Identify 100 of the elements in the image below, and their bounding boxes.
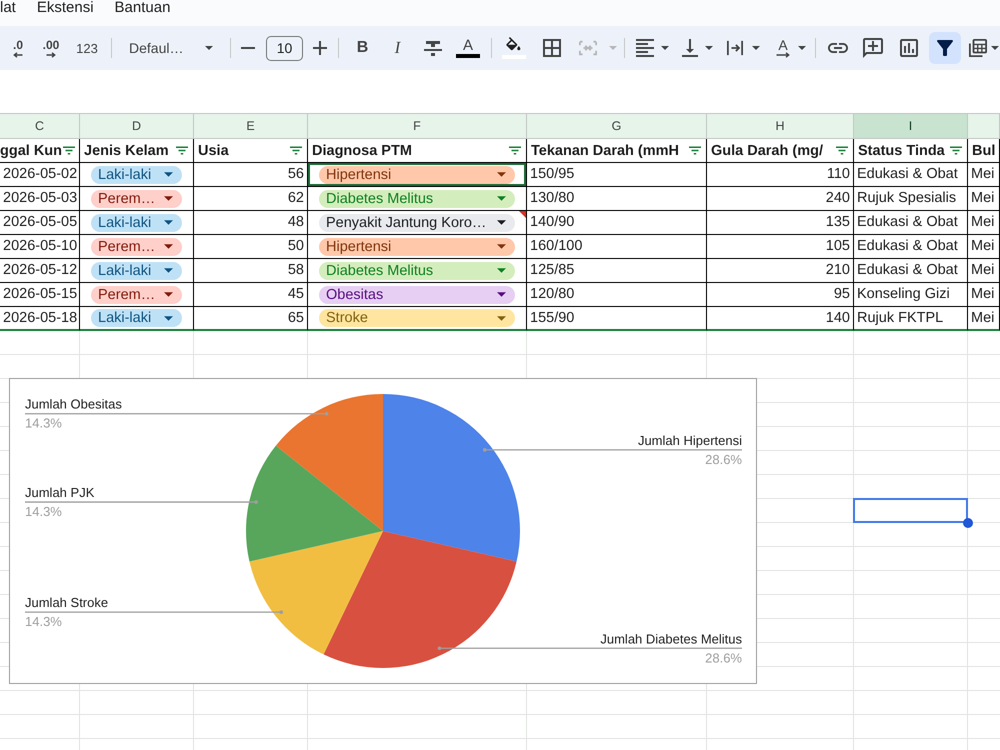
filter-button[interactable] xyxy=(929,32,961,64)
dropdown-chip[interactable]: Diabetes Melitus xyxy=(319,190,515,208)
pie-slice[interactable] xyxy=(276,394,383,531)
font-size-field[interactable]: 10 xyxy=(266,36,303,60)
table-cell: 48 xyxy=(194,211,308,235)
menu-item[interactable]: Bantuan xyxy=(114,0,170,18)
selected-cell[interactable] xyxy=(853,498,968,523)
table-cell: Mei xyxy=(968,235,1000,259)
column-title: Usia xyxy=(198,142,229,158)
strikethrough-icon[interactable] xyxy=(424,40,442,56)
align-left-icon[interactable] xyxy=(636,39,654,57)
pie-chart[interactable]: Jumlah Obesitas 14.3% Jumlah Hipertensi 28.6% Jumlah PJK 14.3% Jumlah Stroke 14.3% Jumlah Diabetes Melitus 28.6% xyxy=(9,378,757,684)
table-cell: 2026-05-18 xyxy=(0,307,80,331)
bold-button[interactable]: B xyxy=(345,32,380,64)
table-cell: 2026-05-02 xyxy=(0,163,80,187)
filter-icon[interactable] xyxy=(835,146,849,155)
table-cell: 2026-05-05 xyxy=(0,211,80,235)
table-cell: 155/90 xyxy=(527,307,707,331)
dropdown-chip[interactable]: Penyakit Jantung Koro… xyxy=(319,214,515,232)
table-cell: 125/85 xyxy=(527,259,707,283)
column-header[interactable]: I xyxy=(854,113,968,139)
paint-bucket-icon[interactable] xyxy=(502,37,526,59)
caret-icon xyxy=(164,172,173,177)
caret-icon xyxy=(497,244,506,249)
caret-icon xyxy=(497,220,506,225)
table-cell: 210 xyxy=(707,259,854,283)
filter-icon[interactable] xyxy=(175,146,189,155)
column-header[interactable]: G xyxy=(527,113,707,139)
color-bar-icon xyxy=(456,54,480,58)
font-dropdown[interactable]: Defaul… xyxy=(117,32,222,64)
borders-icon[interactable] xyxy=(542,39,560,57)
vertical-align-bottom-icon[interactable] xyxy=(682,39,698,57)
dropdown-chip[interactable]: Laki-laki xyxy=(91,309,182,327)
table-cell: Edukasi & Obat xyxy=(854,235,968,259)
caret-icon[interactable] xyxy=(798,46,806,50)
decrease-decimal-button[interactable]: .0 xyxy=(2,32,34,64)
caret-icon[interactable] xyxy=(991,46,999,50)
text-color-button[interactable]: A xyxy=(450,32,486,64)
dropdown-chip[interactable]: Laki-laki xyxy=(91,166,182,184)
pie-slice[interactable] xyxy=(324,531,517,668)
filter-icon[interactable] xyxy=(949,146,963,155)
filter-icon[interactable] xyxy=(688,146,702,155)
column-header[interactable]: E xyxy=(194,113,308,139)
pie-slice[interactable] xyxy=(383,394,520,562)
dropdown-chip[interactable]: Perem… xyxy=(91,286,182,304)
dropdown-chip[interactable]: Hipertensi xyxy=(319,238,515,256)
table-icon[interactable] xyxy=(969,39,987,57)
caret-icon xyxy=(497,172,506,177)
dropdown-chip[interactable]: Diabetes Melitus xyxy=(319,262,515,280)
plus-icon[interactable] xyxy=(313,41,327,55)
slice-label: Jumlah Stroke xyxy=(25,595,108,610)
text-rotation-button[interactable]: A xyxy=(774,32,792,64)
column-header[interactable]: F xyxy=(308,113,527,139)
table-cell: 65 xyxy=(194,307,308,331)
pie-slice[interactable] xyxy=(246,446,383,562)
dropdown-chip[interactable]: Obesitas xyxy=(319,286,515,304)
filter-icon xyxy=(937,40,953,56)
dropdown-chip[interactable]: Perem… xyxy=(91,238,182,256)
italic-button[interactable]: I xyxy=(380,32,415,64)
pie-slice[interactable] xyxy=(249,531,383,654)
dropdown-chip[interactable]: Stroke xyxy=(319,309,515,327)
table-cell: 150/95 xyxy=(527,163,707,187)
filter-icon[interactable] xyxy=(62,146,76,155)
menu-item[interactable]: lat xyxy=(0,0,16,18)
dropdown-chip[interactable]: Hipertensi xyxy=(319,166,515,184)
filter-icon[interactable] xyxy=(508,146,522,155)
table-cell: 120/80 xyxy=(527,283,707,307)
column-title: Status Tinda xyxy=(858,142,945,158)
column-header[interactable]: C xyxy=(0,113,80,139)
fill-handle[interactable] xyxy=(963,518,973,528)
caret-icon xyxy=(497,196,506,201)
table-cell: 140 xyxy=(707,307,854,331)
caret-icon[interactable] xyxy=(705,46,713,50)
slice-label: Jumlah Diabetes Melitus xyxy=(600,631,742,646)
table-cell: 45 xyxy=(194,283,308,307)
table-cell: 135 xyxy=(707,211,854,235)
column-title: Bul xyxy=(972,142,996,158)
number-format-button[interactable]: 123 xyxy=(68,32,106,64)
link-icon[interactable] xyxy=(828,43,848,53)
table-cell: 2026-05-12 xyxy=(0,259,80,283)
menu-item[interactable]: Ekstensi xyxy=(36,0,94,18)
arrow-right-icon xyxy=(776,52,790,58)
text-wrap-icon[interactable] xyxy=(727,40,743,56)
filter-icon[interactable] xyxy=(289,146,303,155)
table-cell: 2026-05-03 xyxy=(0,187,80,211)
dropdown-chip[interactable]: Laki-laki xyxy=(91,262,182,280)
column-header[interactable]: D xyxy=(80,113,194,139)
table-cell: 56 xyxy=(194,163,308,187)
column-header[interactable]: H xyxy=(707,113,854,139)
arrow-right-icon xyxy=(46,52,56,58)
chart-icon[interactable] xyxy=(900,39,918,57)
column-title: Gula Darah (mg/ xyxy=(711,142,823,158)
dropdown-chip[interactable]: Laki-laki xyxy=(91,214,182,232)
caret-icon xyxy=(164,316,173,320)
caret-icon[interactable] xyxy=(752,46,760,50)
caret-icon[interactable] xyxy=(661,46,669,50)
table-cell: Edukasi & Obat xyxy=(854,259,968,283)
increase-decimal-button[interactable]: .00 xyxy=(34,32,68,64)
dropdown-chip[interactable]: Perem… xyxy=(91,190,182,208)
add-comment-icon[interactable] xyxy=(863,38,883,58)
